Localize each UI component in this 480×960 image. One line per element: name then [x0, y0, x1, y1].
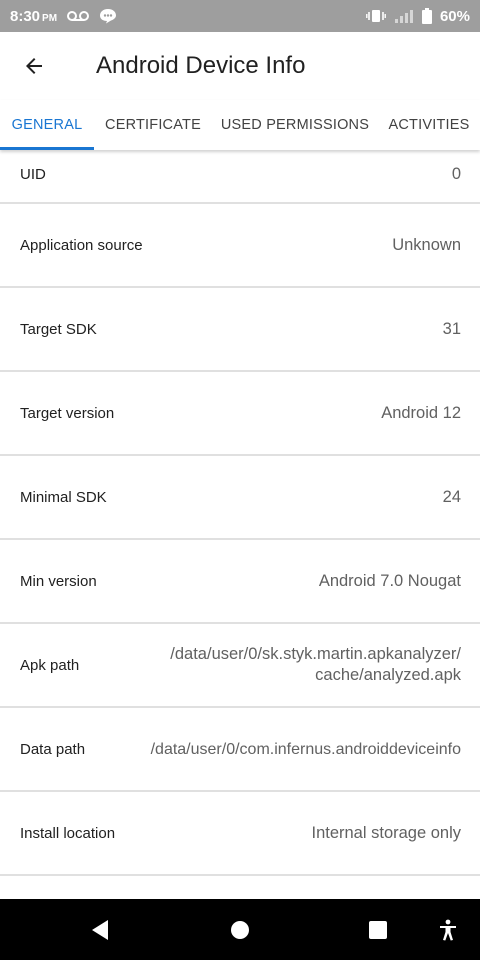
row-value: 0	[451, 164, 461, 183]
accessibility-icon	[440, 919, 456, 940]
back-button[interactable]	[0, 32, 68, 100]
page-title: Android Device Info	[96, 52, 306, 79]
row-label: Data path	[20, 740, 86, 758]
status-time: 8:30 PM	[10, 8, 57, 25]
battery-icon	[421, 8, 432, 24]
list-item-min-version[interactable]: Min version Android 7.0 Nougat	[0, 540, 480, 624]
row-value: 24	[442, 487, 461, 506]
list-item-target-sdk[interactable]: Target SDK 31	[0, 288, 480, 372]
status-bar: 8:30 PM 60%	[0, 0, 480, 32]
row-label: UID	[20, 165, 46, 183]
row-value: Internal storage only	[311, 823, 461, 842]
row-label: Minimal SDK	[20, 488, 107, 506]
nav-home-button[interactable]	[210, 899, 270, 960]
nav-recents-button[interactable]	[348, 899, 408, 960]
app-bar: Android Device Info	[0, 32, 480, 100]
row-value-line: cache/analyzed.apk	[315, 666, 461, 684]
row-label: Install location	[20, 824, 116, 842]
nav-back-button[interactable]	[70, 899, 130, 960]
list-item-application-source[interactable]: Application source Unknown	[0, 204, 480, 288]
list-item-minimal-sdk[interactable]: Minimal SDK 24	[0, 456, 480, 540]
row-label: Min version	[20, 572, 97, 590]
status-time-value: 8:30	[10, 7, 41, 25]
status-ampm: PM	[42, 12, 58, 24]
tab-certificate[interactable]: CERTIFICATE	[94, 100, 212, 150]
home-circle-icon	[231, 920, 249, 939]
row-value: /data/user/0/sk.styk.martin.apkanalyzer/…	[170, 644, 461, 686]
recents-square-icon	[369, 920, 387, 939]
row-label: Target SDK	[20, 320, 97, 338]
back-triangle-icon	[92, 919, 108, 940]
vibrate-icon	[366, 9, 386, 23]
row-label: Apk path	[20, 656, 80, 674]
voicemail-icon	[67, 10, 90, 22]
row-value: Unknown	[392, 235, 461, 254]
row-value: /data/user/0/com.infernus.androiddevicei…	[150, 740, 461, 758]
tab-general[interactable]: GENERAL	[0, 100, 94, 150]
navigation-bar	[0, 899, 480, 960]
battery-percent: 60%	[439, 7, 470, 25]
tab-activities[interactable]: ACTIVITIES	[378, 100, 480, 150]
row-value-line: /data/user/0/sk.styk.martin.apkanalyzer/	[170, 645, 461, 663]
status-left: 8:30 PM	[10, 8, 117, 25]
list-item-next[interactable]	[0, 876, 480, 899]
list-item-target-version[interactable]: Target version Android 12	[0, 372, 480, 456]
row-label: Application source	[20, 236, 143, 254]
row-value: 31	[442, 319, 461, 338]
tab-bar: GENERAL CERTIFICATE USED PERMISSIONS ACT…	[0, 100, 480, 150]
list-item-uid[interactable]: UID 0	[0, 150, 480, 204]
arrow-back-icon	[26, 58, 42, 74]
list-item-apk-path[interactable]: Apk path /data/user/0/sk.styk.martin.apk…	[0, 624, 480, 708]
message-icon	[99, 8, 117, 24]
status-right: 60%	[366, 8, 470, 25]
nav-accessibility-button[interactable]	[418, 899, 478, 960]
list-item-data-path[interactable]: Data path /data/user/0/com.infernus.andr…	[0, 708, 480, 792]
signal-icon	[394, 9, 414, 23]
row-label: Target version	[20, 404, 115, 422]
info-list[interactable]: UID 0 Application source Unknown Target …	[0, 150, 480, 899]
list-item-install-location[interactable]: Install location Internal storage only	[0, 792, 480, 876]
row-value: Android 7.0 Nougat	[318, 571, 461, 590]
row-value: Android 12	[381, 403, 461, 422]
tab-used-permissions[interactable]: USED PERMISSIONS	[212, 100, 378, 150]
